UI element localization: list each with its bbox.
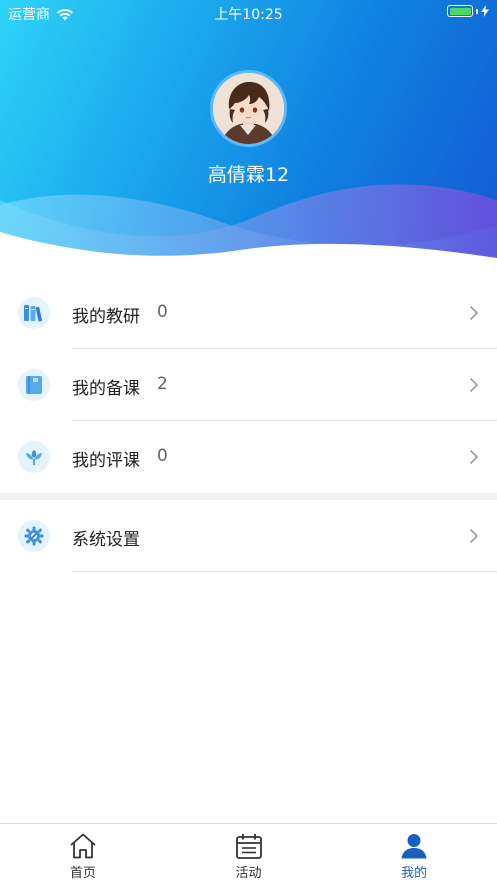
tab-activity[interactable]: 活动 — [166, 824, 332, 884]
menu-item-lesson-review[interactable]: 我的评课 0 — [0, 421, 497, 493]
user-name: 高倩霖12 — [207, 164, 290, 186]
bottom-tab-bar: 首页 活动 我的 — [0, 823, 497, 884]
chevron-right-icon — [469, 449, 479, 465]
menu-label: 系统设置 — [72, 530, 140, 550]
charging-icon — [481, 5, 489, 17]
calendar-icon — [235, 834, 262, 859]
books-icon-wrap — [18, 297, 50, 329]
menu-item-teaching-research[interactable]: 我的教研 0 — [0, 277, 497, 349]
avatar-image — [213, 73, 284, 144]
user-icon — [401, 834, 427, 859]
status-time: 上午10:25 — [214, 7, 283, 23]
menu-label: 我的教研 — [72, 307, 140, 327]
chevron-right-icon — [469, 305, 479, 321]
home-icon — [70, 833, 96, 859]
battery-icon — [447, 5, 473, 17]
battery-level — [449, 7, 471, 15]
avatar[interactable] — [210, 70, 287, 147]
divider — [72, 571, 497, 572]
chevron-right-icon — [469, 528, 479, 544]
notebook-icon-wrap — [18, 369, 50, 401]
chevron-right-icon — [469, 377, 479, 393]
menu-item-settings[interactable]: 系统设置 — [0, 500, 497, 572]
books-icon — [24, 305, 42, 322]
tab-label: 我的 — [401, 866, 428, 881]
battery-indicator — [447, 5, 489, 17]
settings-icon — [24, 526, 44, 546]
menu-list: 我的教研 0 我的备课 2 我的评课 0 系统设置 — [0, 277, 497, 572]
menu-label: 我的评课 — [72, 451, 140, 471]
menu-count: 0 — [157, 302, 168, 322]
tab-home[interactable]: 首页 — [0, 824, 166, 884]
menu-count: 2 — [157, 374, 168, 394]
profile-header: 运营商 上午10:25 高倩霖12 — [0, 0, 497, 262]
notebook-icon — [26, 376, 42, 394]
leaf-icon-wrap — [18, 441, 50, 473]
status-bar: 运营商 上午10:25 — [0, 0, 497, 26]
section-separator — [0, 493, 497, 500]
menu-label: 我的备课 — [72, 379, 140, 399]
tab-label: 活动 — [235, 866, 262, 881]
settings-icon-wrap — [18, 520, 50, 552]
leaf-icon — [26, 450, 42, 465]
tab-mine[interactable]: 我的 — [331, 824, 497, 884]
menu-count: 0 — [157, 446, 168, 466]
tab-label: 首页 — [69, 866, 96, 881]
menu-item-lesson-prep[interactable]: 我的备课 2 — [0, 349, 497, 421]
battery-cap — [476, 8, 478, 14]
